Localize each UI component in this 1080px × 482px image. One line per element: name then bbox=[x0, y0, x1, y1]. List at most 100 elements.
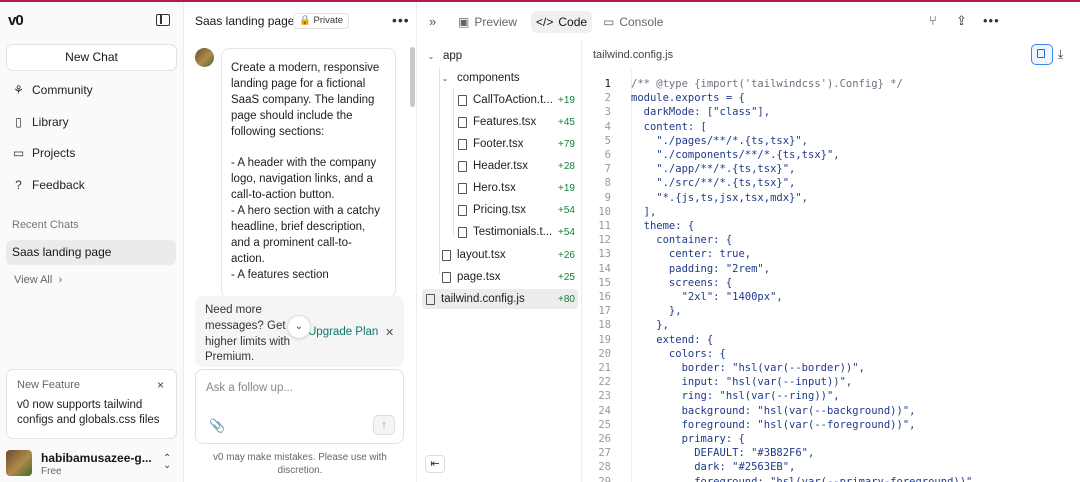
share-icon[interactable]: ⇪ bbox=[956, 13, 967, 29]
sidebar-toggle-icon[interactable] bbox=[156, 14, 170, 26]
sidebar-item-feedback[interactable]: ? Feedback bbox=[12, 176, 85, 194]
tab-console[interactable]: ▭ Console bbox=[598, 11, 668, 33]
code-text: center: true, bbox=[631, 248, 752, 261]
code-line: 14 padding: "2rem", bbox=[583, 262, 1080, 276]
code-line: 2 module.exports = { bbox=[583, 91, 1080, 105]
line-number: 15 bbox=[598, 276, 611, 289]
upgrade-plan-link[interactable]: Upgrade Plan bbox=[308, 326, 378, 338]
file-item[interactable]: Footer.tsx bbox=[458, 134, 524, 154]
file-name: Header.tsx bbox=[473, 160, 528, 172]
code-text: theme: { bbox=[631, 220, 695, 232]
sidebar-item-label: Feedback bbox=[32, 178, 85, 192]
private-badge-label: Private bbox=[313, 15, 344, 26]
file-icon bbox=[426, 293, 435, 305]
code-text: foreground: "hsl(var(--foreground))", bbox=[631, 418, 916, 431]
chat-title[interactable]: Saas landing page bbox=[195, 14, 294, 28]
file-change-count: +79 bbox=[558, 139, 575, 150]
chat-panel: Saas landing page 🔒 Private ••• Create a… bbox=[184, 2, 417, 482]
file-icon bbox=[458, 138, 467, 150]
code-text: "./pages/**/*.{ts,tsx}", bbox=[631, 134, 809, 147]
line-number: 9 bbox=[604, 191, 611, 204]
more-options-icon[interactable]: ••• bbox=[392, 12, 410, 28]
user-name[interactable]: habibamusazee-g... bbox=[41, 451, 152, 465]
line-number: 27 bbox=[598, 447, 611, 460]
close-icon[interactable]: × bbox=[157, 378, 164, 392]
file-item[interactable]: CallToAction.t... bbox=[458, 90, 553, 110]
file-change-count: +54 bbox=[558, 227, 575, 238]
file-item[interactable]: page.tsx bbox=[442, 267, 500, 287]
code-editor[interactable]: 1 /** @type {import('tailwindcss').Config… bbox=[583, 69, 1080, 482]
download-icon[interactable]: ⤓ bbox=[1058, 47, 1063, 62]
copy-button[interactable] bbox=[1031, 44, 1053, 65]
avatar[interactable] bbox=[6, 450, 32, 476]
git-branch-icon[interactable]: ⑂ bbox=[929, 13, 937, 28]
chat-scrollbar[interactable] bbox=[410, 47, 415, 107]
user-message-bubble: Create a modern, responsive landing page… bbox=[221, 48, 396, 298]
code-line: 19 extend: { bbox=[583, 333, 1080, 347]
sidebar-item-library[interactable]: ▯ Library bbox=[12, 113, 69, 131]
line-number: 1 bbox=[604, 78, 611, 90]
file-change-count: +54 bbox=[558, 205, 575, 216]
line-number: 19 bbox=[598, 333, 611, 346]
file-item[interactable]: Features.tsx bbox=[458, 112, 536, 132]
chevron-down-icon: ⌄ bbox=[441, 73, 449, 83]
double-chevron-right-icon[interactable]: » bbox=[429, 14, 436, 29]
sidebar-item-community[interactable]: ⚘ Community bbox=[12, 81, 93, 99]
code-line: 6 "./components/**/*.{ts,tsx}", bbox=[583, 148, 1080, 162]
file-item[interactable]: Pricing.tsx bbox=[458, 200, 526, 220]
folder-icon: ▭ bbox=[12, 146, 25, 160]
line-number: 18 bbox=[598, 319, 611, 332]
line-number: 26 bbox=[598, 433, 611, 445]
close-icon[interactable]: ✕ bbox=[385, 326, 394, 339]
question-icon: ? bbox=[15, 178, 22, 192]
collapse-panel-icon[interactable]: ⇤ bbox=[425, 455, 445, 473]
tree-label: app bbox=[443, 50, 463, 62]
file-item[interactable]: Hero.tsx bbox=[458, 178, 516, 198]
sidebar-item-projects[interactable]: ▭ Projects bbox=[12, 144, 76, 162]
code-text: ], bbox=[631, 205, 657, 218]
file-item[interactable]: Header.tsx bbox=[458, 156, 528, 176]
file-name: tailwind.config.js bbox=[441, 293, 525, 305]
scroll-down-button[interactable]: ⌄ bbox=[287, 315, 311, 339]
tab-code[interactable]: </> Code bbox=[531, 11, 593, 33]
code-text: }, bbox=[631, 305, 682, 318]
code-line: 22 input: "hsl(var(--input))", bbox=[583, 375, 1080, 389]
private-badge[interactable]: 🔒 Private bbox=[293, 13, 350, 29]
followup-input[interactable]: Ask a follow up... 📎 ↑ bbox=[195, 369, 404, 444]
code-line: 26 primary: { bbox=[583, 432, 1080, 446]
sidebar: v0 New Chat ⚘ Community ▯ Library ▭ Proj… bbox=[0, 2, 184, 482]
file-tree: ⌄ app ⌄ components CallToAction.t... +19 F… bbox=[418, 40, 582, 482]
code-line: 4 content: [ bbox=[583, 120, 1080, 134]
code-text: module.exports = { bbox=[631, 92, 745, 105]
recent-chat-item[interactable]: Saas landing page bbox=[6, 240, 176, 265]
v0-logo[interactable]: v0 bbox=[8, 12, 24, 29]
file-item[interactable]: layout.tsx bbox=[442, 245, 506, 265]
code-text: extend: { bbox=[631, 333, 714, 346]
file-change-count: +19 bbox=[558, 95, 575, 106]
code-line: 8 "./src/**/*.{ts,tsx}", bbox=[583, 176, 1080, 190]
line-number: 25 bbox=[598, 418, 611, 431]
user-message-text: Create a modern, responsive landing page… bbox=[231, 62, 380, 281]
view-all-link[interactable]: View All › bbox=[14, 274, 62, 286]
code-toolbar: » ▣ Preview </> Code ▭ Console ⑂ ⇪ ••• bbox=[418, 2, 1080, 40]
folder-app[interactable]: ⌄ app bbox=[426, 46, 463, 66]
file-name: Pricing.tsx bbox=[473, 204, 527, 216]
line-number: 21 bbox=[598, 362, 611, 374]
more-options-icon[interactable]: ••• bbox=[983, 13, 1000, 28]
folder-components[interactable]: ⌄ components bbox=[440, 68, 520, 88]
feature-title: New Feature bbox=[17, 379, 80, 391]
chevron-up-down-icon[interactable]: ⌃ ⌄ bbox=[163, 454, 171, 471]
file-name: layout.tsx bbox=[457, 249, 506, 261]
new-chat-button[interactable]: New Chat bbox=[6, 44, 177, 71]
line-number: 22 bbox=[598, 376, 611, 389]
file-item-selected[interactable]: tailwind.config.js bbox=[422, 289, 578, 309]
book-icon: ▯ bbox=[15, 115, 22, 129]
send-button[interactable]: ↑ bbox=[373, 415, 395, 435]
code-text: "*.{js,ts,jsx,tsx,mdx}", bbox=[631, 191, 809, 204]
line-number: 8 bbox=[604, 177, 611, 190]
paperclip-icon[interactable]: 📎 bbox=[209, 418, 225, 434]
file-item[interactable]: Testimonials.t... bbox=[458, 222, 552, 242]
feature-text: v0 now supports tailwind configs and glo… bbox=[17, 399, 160, 426]
tab-preview[interactable]: ▣ Preview bbox=[453, 11, 522, 33]
tab-label: Code bbox=[558, 15, 588, 29]
